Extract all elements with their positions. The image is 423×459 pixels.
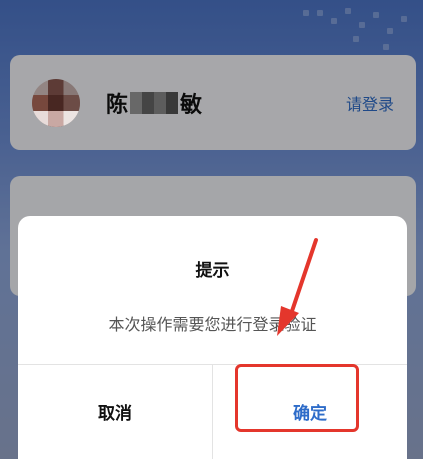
- dialog-message: 本次操作需要您进行登录验证: [108, 315, 317, 334]
- cancel-button[interactable]: 取消: [18, 364, 212, 459]
- dialog-title: 提示: [195, 261, 230, 281]
- app-screen: 陈 敏 请登录 提示 本次操作需要您进行登录验证 取消 确定: [0, 0, 423, 459]
- confirm-highlight-annotation: [235, 364, 359, 432]
